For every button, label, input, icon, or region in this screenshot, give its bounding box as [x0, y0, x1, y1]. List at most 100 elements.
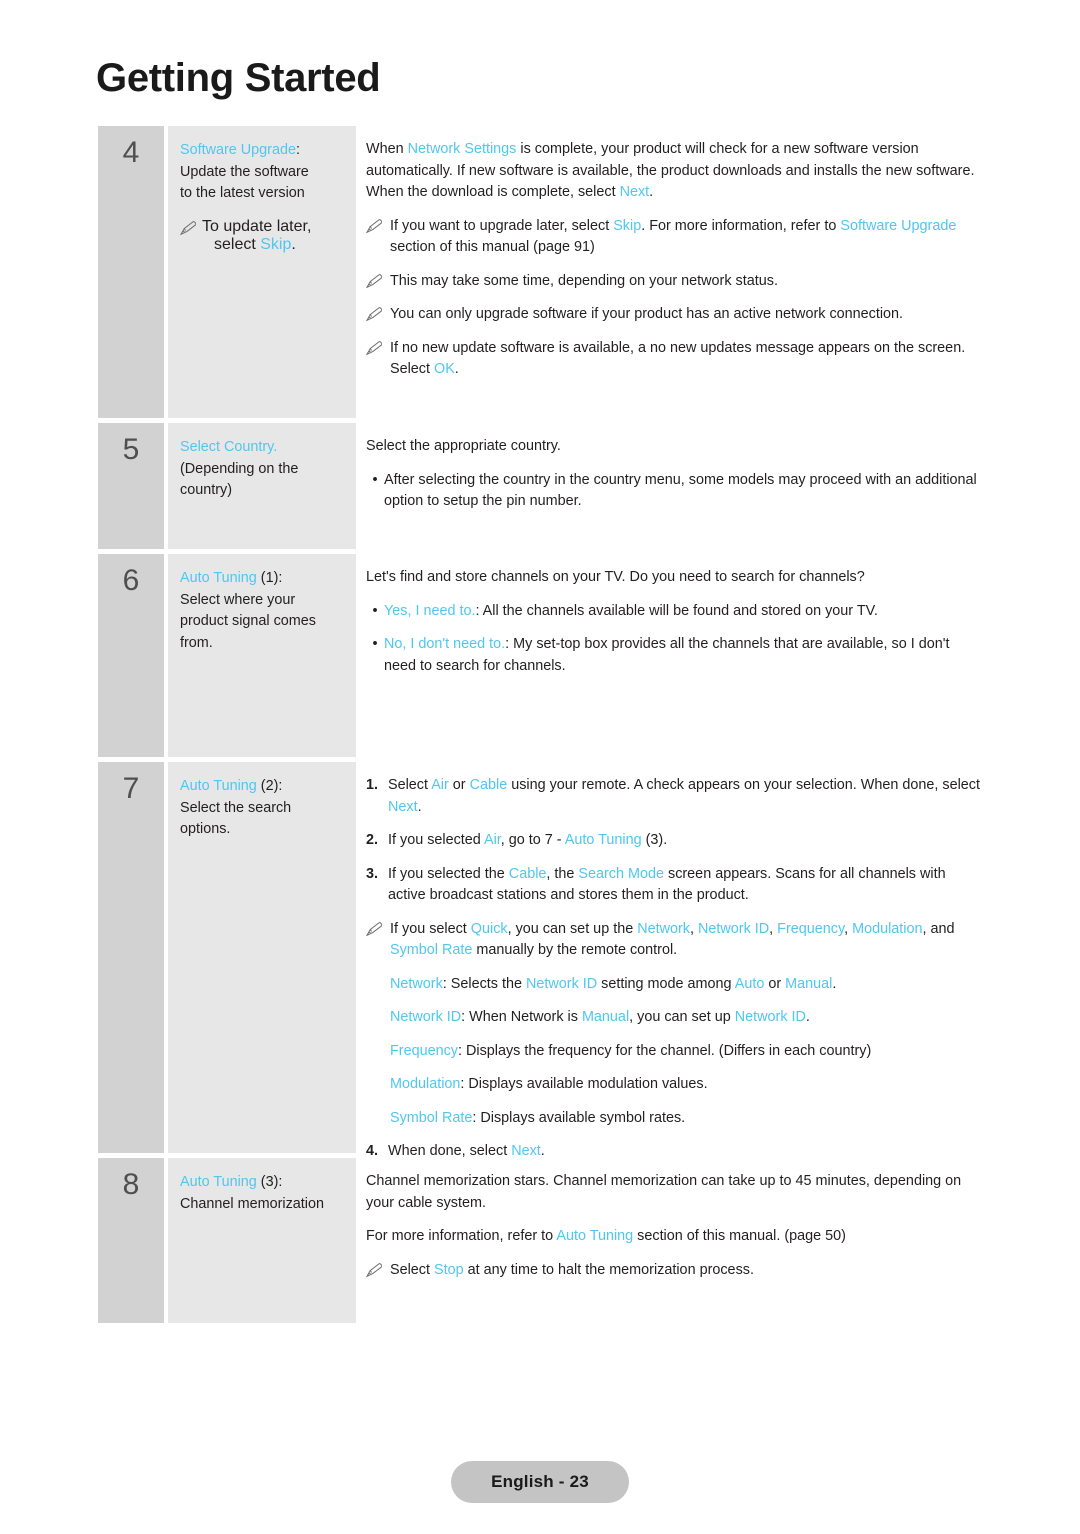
text-run: : When Network is — [461, 1009, 582, 1025]
bullet-text: No, I don't need to.: My set-top box pro… — [384, 634, 982, 677]
accent-term: Quick — [470, 920, 508, 937]
accent-term: Air — [484, 832, 501, 848]
step-description-line: Update the software — [180, 163, 309, 180]
table-row: 5 Select Country. (Depending on the coun… — [98, 423, 982, 549]
step-description-title: Select Country. — [180, 437, 344, 459]
text-run: . — [417, 798, 422, 815]
page-footer-badge: English - 23 — [451, 1461, 629, 1503]
step-number-cell: 4 — [98, 126, 164, 418]
body-paragraph: Channel memorization stars. Channel memo… — [366, 1173, 962, 1211]
note-line-2-post: . — [291, 235, 296, 253]
accent-term: Skip — [613, 217, 642, 234]
table-row: 8 Auto Tuning (3): Channel memorization … — [98, 1158, 982, 1323]
step-number: 5 — [122, 433, 140, 466]
text-run: , and — [922, 920, 955, 937]
item-number: 1. — [366, 777, 379, 793]
definition-line: Symbol Rate: Displays available symbol r… — [366, 1108, 982, 1130]
accent-term: Network — [390, 975, 443, 992]
accent-term: Network Settings — [407, 141, 517, 157]
step-number: 6 — [122, 564, 140, 597]
step-number-cell: 8 — [98, 1158, 164, 1323]
accent-term: Symbol Rate — [390, 942, 473, 958]
step-description-cell: Select Country. (Depending on the countr… — [168, 423, 356, 549]
pencil-note-icon — [180, 218, 202, 254]
body-note: If you select Quick, you can set up the … — [366, 919, 982, 962]
step-body-cell: Let's find and store channels on your TV… — [356, 554, 982, 757]
text-run: : Displays the frequency for the channel… — [458, 1042, 872, 1059]
accent-term: Auto — [734, 975, 765, 992]
note-line-2-pre: select — [214, 235, 261, 253]
text-run: section of this manual (page 91) — [390, 239, 595, 255]
step-title-accent: Select Country. — [180, 439, 278, 455]
note-text: To update later, select Skip. — [202, 218, 344, 254]
step-description-cell: Auto Tuning (2): Select the search optio… — [168, 762, 356, 1153]
body-paragraph: For more information, refer to Auto Tuni… — [366, 1226, 982, 1248]
accent-term: Manual — [785, 975, 833, 992]
text-run: Select — [390, 1261, 434, 1278]
accent-term: Next — [619, 184, 650, 200]
step-description-cell: Software Upgrade: Update the software to… — [168, 126, 356, 418]
accent-term: Next — [511, 1143, 541, 1159]
accent-term: No, I don't need to. — [384, 636, 506, 652]
body-note: Select Stop at any time to halt the memo… — [366, 1260, 982, 1282]
accent-term: Auto Tuning — [556, 1228, 634, 1244]
body-note: You can only upgrade software if your pr… — [366, 304, 982, 326]
definition-line: Frequency: Displays the frequency for th… — [366, 1041, 982, 1063]
accent-term: Network ID — [697, 920, 770, 937]
text-run: If you select — [390, 920, 471, 937]
item-text: If you selected the Cable, the Search Mo… — [388, 864, 982, 907]
text-run: , — [689, 920, 698, 937]
step-description-line: (Depending on the — [180, 460, 299, 477]
step-description-cell: Auto Tuning (3): Channel memorization — [168, 1158, 356, 1323]
note-text: If you select Quick, you can set up the … — [390, 919, 982, 962]
bullet-text: Yes, I need to.: All the channels availa… — [384, 601, 982, 623]
body-bullet: • No, I don't need to.: My set-top box p… — [366, 634, 982, 677]
accent-term: Cable — [469, 777, 508, 793]
text-run: Select — [388, 777, 432, 793]
note-line-1: To update later, — [202, 217, 312, 235]
accent-term: Auto Tuning — [564, 832, 642, 848]
step-title-accent: Software Upgrade — [180, 142, 296, 158]
step-body-cell: 1. Select Air or Cable using your remote… — [356, 762, 982, 1159]
bullet-text: After selecting the country in the count… — [384, 471, 977, 510]
text-run: , — [769, 920, 778, 937]
bullet-dot-icon: • — [372, 636, 378, 652]
text-run: When done, select — [388, 1143, 512, 1159]
text-run: : All the channels available will be fou… — [475, 602, 878, 619]
step-description-line: product signal comes — [180, 613, 316, 629]
accent-term: Yes, I need to. — [384, 602, 476, 619]
accent-term: Network ID — [390, 1009, 462, 1025]
table-row: 4 Software Upgrade: Update the software … — [98, 126, 982, 418]
accent-term: Next — [388, 798, 418, 815]
table-row: 7 Auto Tuning (2): Select the search opt… — [98, 762, 982, 1159]
step-title-suffix: (1): — [256, 570, 283, 586]
note-text: If you want to upgrade later, select Ski… — [390, 216, 982, 259]
accent-term: Frequency — [777, 920, 845, 937]
step-number-cell: 7 — [98, 762, 164, 1153]
text-run: . — [454, 361, 459, 377]
text-run: . — [832, 975, 837, 992]
accent-term: Software Upgrade — [840, 217, 957, 234]
step-description-line: country) — [180, 482, 232, 498]
text-run: or — [764, 975, 786, 992]
note-line-2: select Skip. — [202, 236, 296, 254]
step-body-cell: When Network Settings is complete, your … — [356, 126, 982, 418]
body-paragraph: When Network Settings is complete, your … — [366, 139, 982, 204]
item-number: 2. — [366, 832, 379, 848]
step-title-accent: Auto Tuning — [180, 570, 257, 586]
text-run: For more information, refer to — [366, 1228, 557, 1244]
note-accent: Skip — [260, 235, 292, 253]
body-numbered-item: 2. If you selected Air, go to 7 - Auto T… — [366, 830, 982, 852]
step-number-cell: 6 — [98, 554, 164, 757]
text-run: . — [649, 184, 654, 200]
accent-term: Modulation — [390, 1076, 461, 1092]
accent-term: Search Mode — [578, 865, 664, 882]
step-title-suffix: (2): — [256, 778, 283, 794]
text-run: If you selected — [388, 832, 484, 848]
step-body-cell: Channel memorization stars. Channel memo… — [356, 1158, 982, 1323]
note-text: Select Stop at any time to halt the memo… — [390, 1260, 982, 1282]
text-run: at any time to halt the memorization pro… — [463, 1261, 754, 1278]
text-run: , the — [546, 865, 579, 882]
step-description-line: Select where your — [180, 591, 296, 608]
text-run: . — [540, 1143, 545, 1159]
